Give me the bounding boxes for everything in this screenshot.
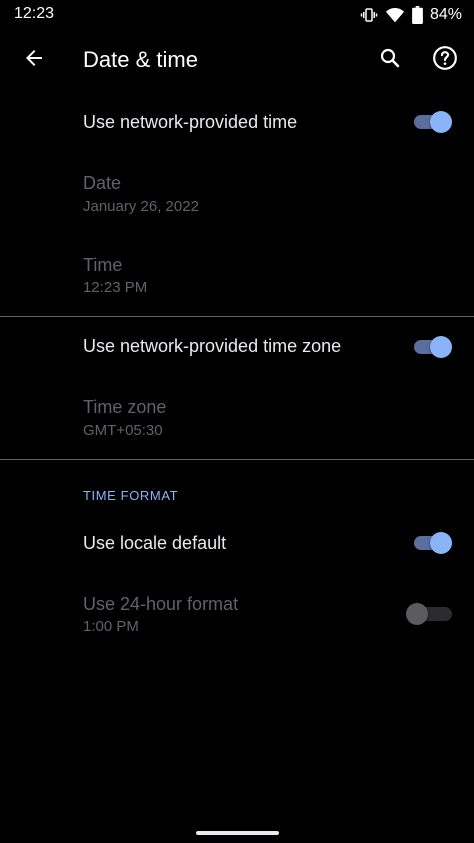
time-zone-title: Time zone [83, 397, 167, 417]
time-format-header: TIME FORMAT [83, 488, 179, 503]
status-time: 12:23 [14, 5, 55, 22]
date-title: Date [83, 173, 122, 193]
time-row[interactable]: Time 12:23 PM [0, 245, 474, 307]
time-summary: 12:23 PM [83, 279, 148, 296]
switch-thumb [430, 532, 452, 554]
search-icon [378, 46, 402, 75]
date-summary: January 26, 2022 [83, 198, 199, 215]
twenty-four-hour-row[interactable]: Use 24-hour format 1:00 PM [0, 584, 474, 646]
network-time-title: Use network-provided time [83, 112, 298, 132]
locale-default-row[interactable]: Use locale default [0, 518, 474, 568]
locale-default-title: Use locale default [83, 533, 227, 553]
network-time-zone-row[interactable]: Use network-provided time zone [0, 322, 474, 372]
date-row[interactable]: Date January 26, 2022 [0, 163, 474, 225]
time-zone-summary: GMT+05:30 [83, 422, 163, 439]
twenty-four-hour-switch[interactable] [406, 602, 456, 626]
network-time-row[interactable]: Use network-provided time [0, 98, 474, 148]
help-icon [432, 45, 458, 76]
twenty-four-hour-title: Use 24-hour format [83, 594, 239, 614]
status-bar: 12:23 84% [0, 0, 474, 30]
arrow-back-icon [22, 46, 46, 75]
switch-thumb [406, 603, 428, 625]
wifi-icon [385, 6, 405, 24]
search-button[interactable] [370, 40, 410, 80]
divider [0, 459, 474, 460]
switch-thumb [430, 336, 452, 358]
back-button[interactable] [14, 40, 54, 80]
page-title: Date & time [83, 47, 198, 72]
app-bar: Date & time [0, 30, 474, 90]
time-title: Time [83, 255, 123, 275]
battery-percent: 84% [429, 6, 462, 23]
nav-handle[interactable] [196, 831, 279, 835]
divider [0, 316, 474, 317]
locale-default-switch[interactable] [412, 531, 454, 555]
battery-icon [412, 6, 423, 24]
network-time-zone-switch[interactable] [412, 335, 454, 359]
status-icons: 84% [360, 4, 462, 26]
time-zone-row[interactable]: Time zone GMT+05:30 [0, 387, 474, 449]
network-time-zone-title: Use network-provided time zone [83, 336, 342, 356]
help-button[interactable] [425, 40, 465, 80]
network-time-switch[interactable] [412, 110, 454, 134]
vibrate-icon [360, 6, 378, 24]
switch-thumb [430, 111, 452, 133]
twenty-four-hour-summary: 1:00 PM [83, 618, 139, 635]
